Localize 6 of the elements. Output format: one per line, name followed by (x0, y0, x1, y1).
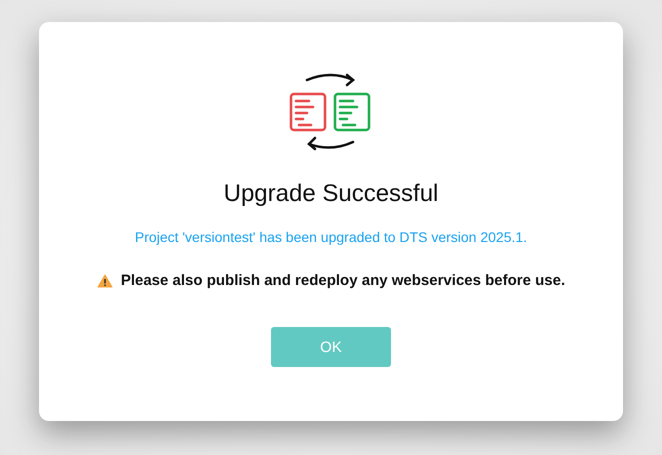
dialog-title: Upgrade Successful (224, 180, 438, 208)
warning-text: Please also publish and redeploy any webservices before use. (120, 272, 566, 289)
ok-button[interactable]: OK (271, 327, 391, 367)
upgrade-message: Project 'versiontest' has been upgraded to DTS version 2025.1. (134, 228, 528, 246)
document-swap-icon (289, 72, 373, 152)
warning-icon (96, 274, 113, 288)
